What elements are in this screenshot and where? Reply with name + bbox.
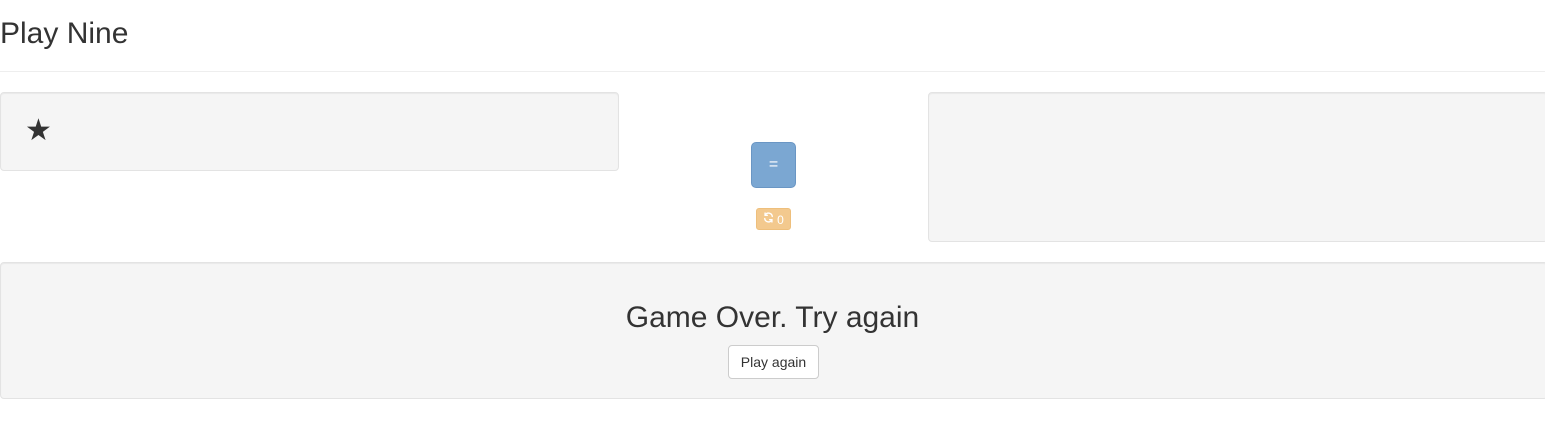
play-again-button[interactable]: Play again xyxy=(728,345,819,379)
star-icon: ★ xyxy=(25,113,52,148)
refresh-icon xyxy=(763,209,774,229)
redraw-button[interactable]: 0 xyxy=(756,208,791,230)
check-answer-button[interactable]: = xyxy=(751,142,796,188)
page-title: Play Nine xyxy=(0,17,129,50)
answer-frame xyxy=(928,92,1545,242)
game-page: Play Nine ★ = 0 Game Over. Try again Pla… xyxy=(0,0,1545,429)
stars-frame: ★ xyxy=(0,92,619,171)
title-divider xyxy=(0,71,1545,72)
redraw-count: 0 xyxy=(777,212,784,227)
game-over-message: Game Over. Try again xyxy=(625,301,920,334)
